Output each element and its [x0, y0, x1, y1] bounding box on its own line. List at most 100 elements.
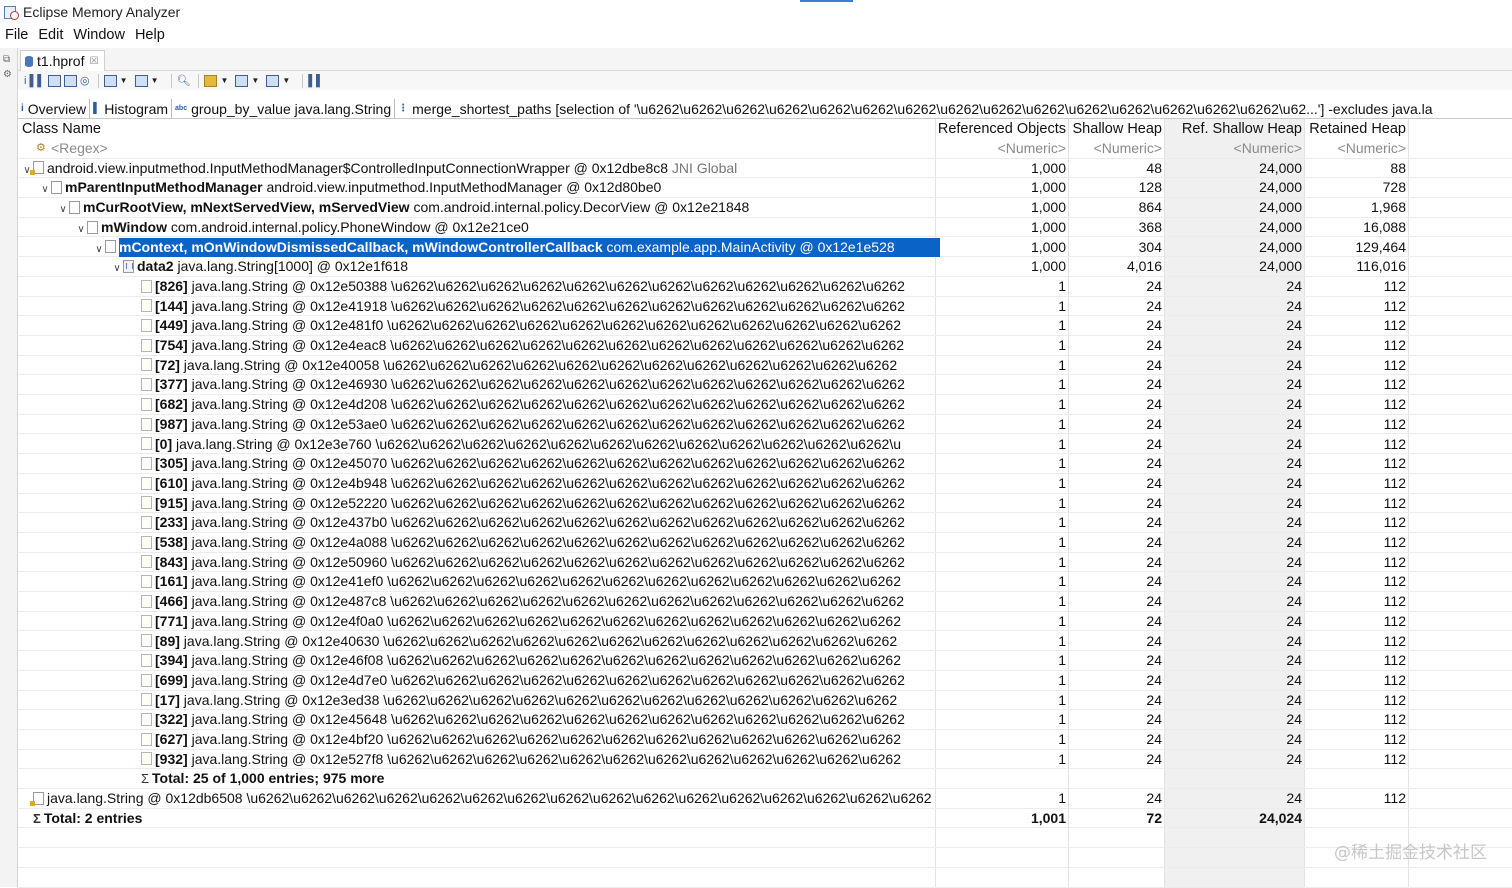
group-by-icon[interactable] — [204, 73, 218, 88]
table-row[interactable]: ∨ mWindow com.android.internal.policy.Pho… — [18, 218, 1512, 238]
menu-file[interactable]: File — [0, 27, 33, 43]
string-object-icon — [141, 693, 152, 707]
field-name: [144] — [155, 297, 188, 314]
column-header-ref-shallow-heap[interactable]: Ref. Shallow Heap — [1164, 119, 1302, 139]
tab-histogram[interactable]: ▌ Histogram — [90, 99, 173, 118]
table-row[interactable]: [17] java.lang.String @ 0x12e3ed38 \u626… — [18, 691, 1512, 711]
table-row[interactable]: [826] java.lang.String @ 0x12e50388 \u62… — [18, 277, 1512, 297]
menu-window[interactable]: Window — [68, 27, 130, 43]
row-label: data2 java.lang.String[1000] @ 0x12e1f61… — [137, 258, 408, 274]
table-row[interactable]: [449] java.lang.String @ 0x12e481f0 \u62… — [18, 316, 1512, 336]
table-row[interactable]: [144] java.lang.String @ 0x12e41918 \u62… — [18, 297, 1512, 317]
numeric-filter-input[interactable]: <Numeric> — [935, 139, 1066, 158]
table-row[interactable]: ∨ android.view.inputmethod.InputMethodMan… — [18, 159, 1512, 179]
thread-overview-icon[interactable]: ◎ — [80, 73, 90, 88]
table-row[interactable]: [322] java.lang.String @ 0x12e45648 \u62… — [18, 710, 1512, 730]
retained-heap-cell: 112 — [1383, 612, 1406, 629]
table-row[interactable]: ∨ mContext, mOnWindowDismissedCallback, m… — [18, 237, 1512, 258]
retained-heap-cell: 112 — [1383, 553, 1406, 570]
table-row[interactable]: [627] java.lang.String @ 0x12e4bf20 \u62… — [18, 730, 1512, 750]
run-report-dropdown-icon[interactable]: ▼ — [120, 73, 128, 88]
expand-toggle-icon[interactable]: ∨ — [39, 180, 51, 197]
table-row[interactable]: [394] java.lang.String @ 0x12e46f08 \u62… — [18, 651, 1512, 671]
editor-tab-t1-hprof[interactable]: t1.hprof ☒ — [20, 50, 106, 71]
table-row[interactable]: ∨ mParentInputMethodManager android.view.… — [18, 178, 1512, 199]
class-name-cell: [932] java.lang.String @ 0x12e527f8 \u62… — [18, 750, 1046, 769]
referenced-objects-cell: 1 — [1058, 612, 1066, 629]
ref-shallow-heap-cell: 24 — [1286, 514, 1302, 531]
query-browser-icon[interactable] — [134, 73, 148, 88]
expand-toggle-icon[interactable]: ∨ — [57, 200, 69, 217]
total-row[interactable]: Σ Total: 25 of 1,000 entries; 975 more — [18, 769, 1512, 790]
inspector-icon[interactable]: ⚙ — [3, 70, 13, 80]
column-header-class-name[interactable]: Class Name — [22, 119, 922, 139]
close-tab-icon[interactable]: ☒ — [89, 56, 98, 67]
table-row[interactable]: [771] java.lang.String @ 0x12e4f0a0 \u62… — [18, 612, 1512, 632]
tab-overview[interactable]: i Overview — [18, 99, 91, 118]
compare-icon[interactable]: ▌▌ — [308, 73, 324, 88]
calculate-retained-dropdown-icon[interactable]: ▼ — [251, 73, 259, 88]
table-row[interactable]: [233] java.lang.String @ 0x12e437b0 \u62… — [18, 513, 1512, 533]
table-row[interactable]: [0] java.lang.String @ 0x12e3e760 \u6262… — [18, 435, 1512, 455]
table-row[interactable]: [843] java.lang.String @ 0x12e50960 \u62… — [18, 553, 1512, 573]
export-icon[interactable] — [266, 73, 280, 88]
tab-merge-shortest-paths[interactable]: ⋮ merge_shortest_paths [selection of '\u… — [395, 99, 1436, 118]
object-description: java.lang.String @ 0x12e50960 \u6262\u62… — [191, 553, 905, 570]
row-label: [322] java.lang.String @ 0x12e45648 \u62… — [155, 711, 905, 727]
table-row[interactable]: [72] java.lang.String @ 0x12e40058 \u626… — [18, 356, 1512, 376]
table-row[interactable]: [915] java.lang.String @ 0x12e52220 \u62… — [18, 494, 1512, 514]
table-row[interactable]: [610] java.lang.String @ 0x12e4b948 \u62… — [18, 474, 1512, 494]
heap-dump-icon — [25, 55, 33, 67]
expand-toggle-icon[interactable]: ∨ — [93, 240, 105, 257]
expand-toggle-icon[interactable]: ∨ — [111, 259, 123, 276]
table-row[interactable]: [377] java.lang.String @ 0x12e46930 \u62… — [18, 375, 1512, 396]
column-header-shallow-heap[interactable]: Shallow Heap — [1068, 119, 1162, 139]
table-row[interactable]: [754] java.lang.String @ 0x12e4eac8 \u62… — [18, 336, 1512, 356]
shallow-heap-cell: 24 — [1146, 593, 1162, 610]
column-header-retained-heap[interactable]: Retained Heap — [1304, 119, 1406, 139]
table-row[interactable]: [161] java.lang.String @ 0x12e41ef0 \u62… — [18, 572, 1512, 593]
group-by-dropdown-icon[interactable]: ▼ — [220, 73, 228, 88]
selected-highlight: mContext, mOnWindowDismissedCallback, mW… — [119, 237, 940, 257]
table-row[interactable]: [466] java.lang.String @ 0x12e487c8 \u62… — [18, 592, 1512, 612]
table-row[interactable]: [932] java.lang.String @ 0x12e527f8 \u62… — [18, 750, 1512, 770]
histogram-icon[interactable]: ▌▌ — [29, 73, 45, 88]
table-row[interactable]: [89] java.lang.String @ 0x12e40630 \u626… — [18, 632, 1512, 652]
restore-icon[interactable]: ⧉ — [3, 55, 13, 65]
table-row[interactable]: [538] java.lang.String @ 0x12e4a088 \u62… — [18, 533, 1512, 553]
total-row[interactable]: Σ Total: 2 entries 1,001 72 24,024 — [18, 809, 1512, 829]
table-row[interactable]: [987] java.lang.String @ 0x12e53ae0 \u62… — [18, 415, 1512, 435]
class-name-cell: Σ Total: 25 of 1,000 entries; 975 more — [18, 769, 1046, 788]
dominator-tree-icon[interactable] — [48, 73, 62, 88]
export-dropdown-icon[interactable]: ▼ — [282, 73, 290, 88]
table-row[interactable]: ∨ data2 java.lang.String[1000] @ 0x12e1f6… — [18, 257, 1512, 277]
regex-filter-input[interactable]: <Regex> — [51, 140, 108, 156]
table-row[interactable]: java.lang.String @ 0x12db6508 \u6262\u62… — [18, 789, 1512, 809]
table-row[interactable]: [305] java.lang.String @ 0x12e45070 \u62… — [18, 454, 1512, 474]
object-description: java.lang.String @ 0x12e4d208 \u6262\u62… — [191, 396, 905, 413]
oql-icon[interactable] — [64, 73, 78, 88]
regex-filter-cell[interactable]: ⚙ <Regex> — [18, 139, 953, 158]
numeric-filter-input[interactable]: <Numeric> — [1068, 139, 1162, 158]
tab-histogram-label: Histogram — [104, 100, 169, 117]
calculate-retained-icon[interactable] — [235, 73, 249, 88]
tab-group-by-value[interactable]: abc group_by_value java.lang.String — [172, 99, 396, 118]
numeric-filter-input[interactable]: <Numeric> — [1164, 139, 1302, 158]
search-icon[interactable]: 🔍︎ — [177, 73, 191, 88]
table-row[interactable]: [699] java.lang.String @ 0x12e4d7e0 \u62… — [18, 671, 1512, 691]
memory-analyzer-app-icon — [3, 4, 19, 20]
column-header-referenced-objects[interactable]: Referenced Objects — [935, 119, 1066, 139]
query-browser-dropdown-icon[interactable]: ▼ — [151, 73, 159, 88]
menu-help[interactable]: Help — [130, 27, 170, 43]
table-row[interactable]: ∨ mCurRootView, mNextServedView, mServedV… — [18, 198, 1512, 218]
overview-icon[interactable]: i — [24, 73, 26, 88]
object-description: java.lang.String @ 0x12db6508 \u6262\u62… — [47, 790, 932, 807]
run-report-icon[interactable] — [103, 73, 117, 88]
table-row[interactable]: [682] java.lang.String @ 0x12e4d208 \u62… — [18, 395, 1512, 415]
row-label: [699] java.lang.String @ 0x12e4d7e0 \u62… — [155, 672, 905, 688]
ref-shallow-heap-cell: 24 — [1286, 297, 1302, 314]
expand-toggle-icon[interactable]: ∨ — [75, 220, 87, 237]
numeric-filter-input[interactable]: <Numeric> — [1304, 139, 1406, 158]
menu-edit[interactable]: Edit — [33, 27, 68, 43]
class-name-cell: [915] java.lang.String @ 0x12e52220 \u62… — [18, 494, 1046, 513]
